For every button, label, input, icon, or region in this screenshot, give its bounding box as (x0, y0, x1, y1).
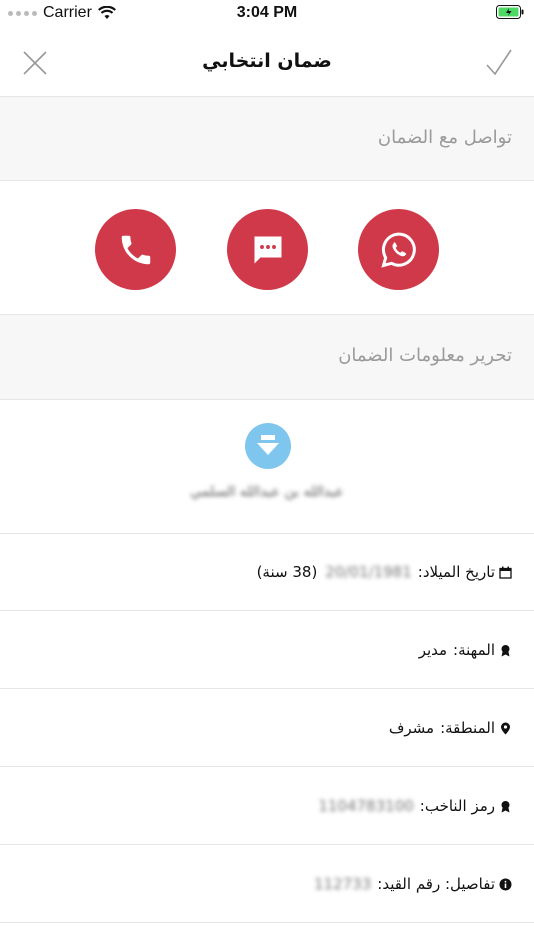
age-value: (38 سنة) (256, 563, 318, 581)
checkmark-icon[interactable] (484, 48, 514, 78)
region-label: المنطقة: (440, 719, 495, 737)
contact-section-header: تواصل مع الضمان (0, 97, 534, 181)
whatsapp-icon (380, 232, 416, 268)
voter-code-value: 1104783100 (318, 797, 414, 815)
region-value: مشرف (388, 719, 435, 737)
navigation-bar: ضمان انتخابي (0, 26, 534, 97)
job-row: المهنة: مدير (0, 612, 534, 689)
contact-actions (0, 181, 534, 315)
job-label: المهنة: (453, 641, 495, 659)
status-bar: Carrier 3:04 PM (0, 0, 534, 26)
download-arrow-icon (257, 435, 279, 455)
details-label: تفاصيل: رقم القيد: (377, 875, 495, 893)
region-row: المنطقة: مشرف (0, 690, 534, 767)
contact-section-label: تواصل مع الضمان (377, 127, 512, 148)
page-title: ضمان انتخابي (202, 50, 332, 72)
badge-icon (501, 644, 510, 656)
call-button[interactable] (95, 209, 176, 290)
status-time: 3:04 PM (236, 4, 298, 21)
profile-block: عبدالله بن عبدالله السلمي (0, 400, 534, 534)
birthdate-value: 20/01/1981 (325, 563, 412, 581)
info-icon (499, 878, 512, 890)
voter-code-row: رمز الناخب: 1104783100 (0, 768, 534, 845)
whatsapp-button[interactable] (358, 209, 439, 290)
profile-name: عبدالله بن عبدالله السلمي (190, 484, 344, 500)
voter-code-label: رمز الناخب: (419, 797, 495, 815)
location-pin-icon (501, 722, 510, 734)
birthdate-label: تاريخ الميلاد: (417, 563, 495, 581)
job-value: مدير (418, 641, 448, 659)
message-button[interactable] (227, 209, 308, 290)
details-row: تفاصيل: رقم القيد: 112733 (0, 846, 534, 923)
calendar-icon (499, 566, 512, 579)
phone-icon (121, 235, 150, 264)
edit-section-label: تحرير معلومات الضمان (338, 345, 512, 366)
edit-section-header: تحرير معلومات الضمان (0, 315, 534, 400)
battery-icon (496, 5, 524, 19)
avatar[interactable] (245, 423, 291, 469)
birthdate-row: تاريخ الميلاد: 20/01/1981 (38 سنة) (0, 534, 534, 611)
message-icon (254, 236, 281, 263)
details-value: 112733 (314, 875, 372, 893)
badge-icon (501, 800, 510, 812)
